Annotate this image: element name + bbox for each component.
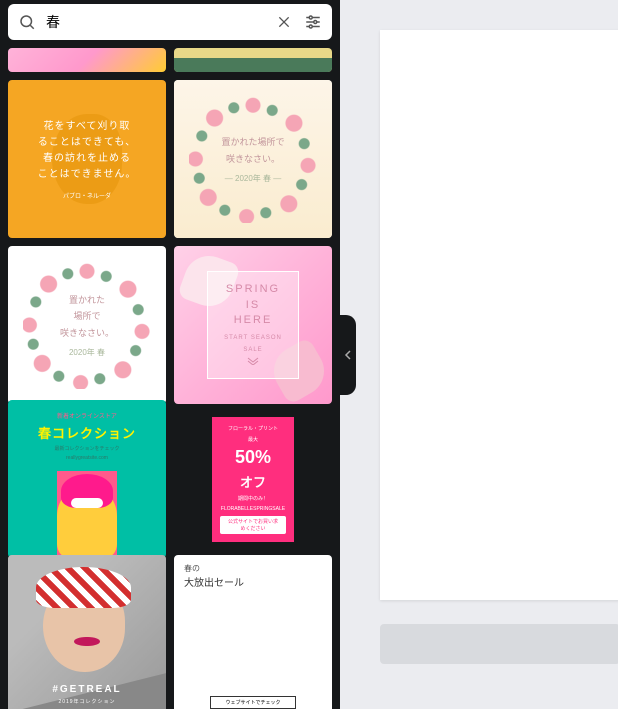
canvas-toolbar-placeholder (380, 624, 618, 664)
close-icon (276, 14, 292, 30)
template-sale: SALE (224, 347, 282, 353)
template-thumbnail[interactable]: 置かれた場所で 咲きなさい。 — 2020年 春 — (174, 80, 332, 238)
template-thumbnail[interactable]: 花をすべて刈り取 ることはできても、 春の訪れを止める ことはできません。 パブ… (8, 80, 166, 238)
canvas-page[interactable] (380, 30, 618, 600)
template-thumbnail[interactable]: フローラル・プリント 最大 50% オフ 期間中のみ！ FLORABELLESP… (174, 400, 332, 558)
template-label: #GETREAL (8, 684, 166, 695)
template-site: reallygreatsite.com (66, 455, 108, 461)
template-pre: 最大 (248, 436, 258, 443)
template-subtext: START SEASON (224, 335, 282, 341)
template-thumbnail[interactable]: 新着オンラインストア 春コレクション 最新コレクションをチェック reallyg… (8, 400, 166, 558)
template-eyebrow: フローラル・プリント (228, 425, 278, 432)
template-subtext: — 2020年 春 — (225, 173, 281, 184)
template-year: 2019年コレクション (8, 698, 166, 705)
template-eyebrow: 新着オンラインストア (57, 411, 117, 420)
template-author: パブロ・ネルーダ (63, 191, 111, 200)
filter-button[interactable] (302, 11, 324, 33)
clear-search-button[interactable] (274, 12, 294, 32)
search-icon (16, 11, 38, 33)
template-text: 置かれた 場所で 咲きなさい。 (60, 292, 114, 341)
sliders-icon (304, 13, 322, 31)
collapse-sidebar-button[interactable] (340, 315, 356, 395)
template-subtext: 2020年 春 (69, 347, 105, 358)
chevron-down-icon (247, 357, 259, 365)
search-input[interactable] (46, 14, 266, 30)
search-bar (8, 4, 332, 40)
template-cta: 公式サイトでお買い求めください (220, 516, 286, 534)
template-headline: 春コレクション (38, 423, 136, 442)
template-cta: ウェブサイトでチェック (210, 696, 295, 709)
template-text: 花をすべて刈り取 ることはできても、 春の訪れを止める ことはできません。 (38, 119, 137, 183)
template-sidebar: 花をすべて刈り取 ることはできても、 春の訪れを止める ことはできません。 パブ… (0, 0, 340, 709)
template-h2: 大放出セール (184, 574, 322, 589)
template-percent: 50% (235, 447, 271, 468)
template-thumbnail[interactable]: 春の 大放出セール ウェブサイトでチェック (174, 555, 332, 709)
template-results-grid[interactable]: 花をすべて刈り取 ることはできても、 春の訪れを止める ことはできません。 パブ… (0, 48, 340, 709)
template-h1: 春の (184, 563, 322, 574)
canvas-area[interactable] (340, 0, 618, 709)
template-thumbnail[interactable] (174, 48, 332, 72)
template-thumbnail[interactable]: 置かれた 場所で 咲きなさい。 2020年 春 (8, 246, 166, 404)
chevron-left-icon (344, 350, 352, 360)
template-title: SPRING IS HERE (224, 282, 282, 328)
template-thumbnail[interactable]: #GETREAL 2019年コレクション (8, 555, 166, 709)
template-text: 置かれた場所で 咲きなさい。 (221, 134, 284, 166)
template-desc: 最新コレクションをチェック (54, 445, 119, 452)
template-note: 期間中のみ！ (238, 495, 268, 502)
template-thumbnail[interactable] (8, 48, 166, 72)
template-thumbnail[interactable]: SPRING IS HERE START SEASON SALE (174, 246, 332, 404)
template-off: オフ (240, 472, 266, 491)
template-code: FLORABELLESPRINGSALE (221, 506, 285, 512)
